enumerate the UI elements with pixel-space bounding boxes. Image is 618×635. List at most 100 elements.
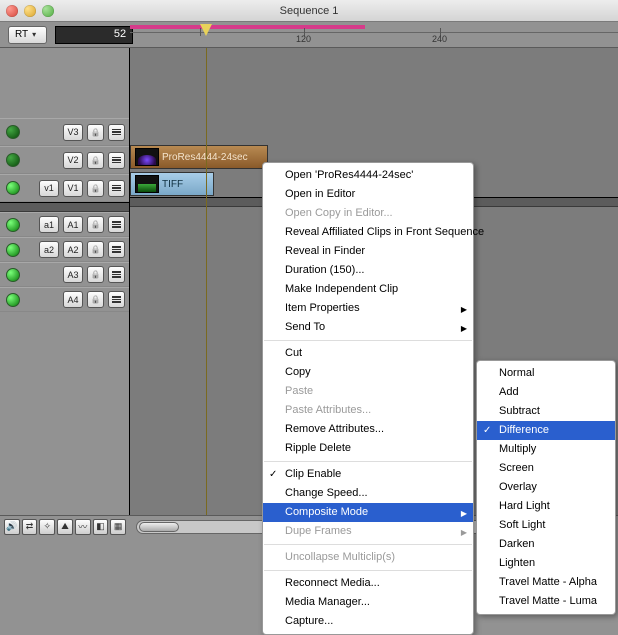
menu-item[interactable]: Change Speed...: [263, 484, 473, 503]
tool-speaker-icon[interactable]: 🔊: [4, 519, 20, 535]
timeline-ruler[interactable]: 120 240: [130, 22, 618, 47]
track-tag[interactable]: V1: [63, 180, 83, 197]
track-options-icon[interactable]: [108, 266, 125, 283]
menu-item[interactable]: Reveal Affiliated Clips in Front Sequenc…: [263, 223, 473, 242]
lock-icon[interactable]: [87, 152, 104, 169]
track-options-icon[interactable]: [108, 152, 125, 169]
tool-overlay-icon[interactable]: ▦: [110, 519, 126, 535]
menu-item: Paste Attributes...: [263, 401, 473, 420]
ruler-label: 240: [432, 34, 447, 44]
menu-item[interactable]: Media Manager...: [263, 593, 473, 612]
track-enable-led[interactable]: [6, 268, 20, 282]
tool-mountain-icon[interactable]: ⛰: [57, 519, 73, 535]
track-options-icon[interactable]: [108, 291, 125, 308]
submenu-item[interactable]: Darken: [477, 535, 615, 554]
track-enable-led[interactable]: [6, 293, 20, 307]
track-enable-led[interactable]: [6, 153, 20, 167]
menu-item[interactable]: Remove Attributes...: [263, 420, 473, 439]
lock-icon[interactable]: [87, 124, 104, 141]
submenu-item[interactable]: Lighten: [477, 554, 615, 573]
patch-tag[interactable]: a2: [39, 241, 59, 258]
audio-track-header[interactable]: a1A1: [0, 212, 129, 237]
clip-label: TIFF: [162, 179, 183, 190]
clip-tiff[interactable]: TIFF: [130, 172, 214, 196]
playhead-marker-icon[interactable]: [200, 24, 212, 36]
titlebar: Sequence 1: [0, 0, 618, 22]
lock-icon[interactable]: [87, 216, 104, 233]
scrollbar-thumb[interactable]: [139, 522, 179, 532]
playhead-line[interactable]: [206, 48, 207, 515]
track-tag[interactable]: A1: [63, 216, 83, 233]
track-tag[interactable]: A4: [63, 291, 83, 308]
audio-track-header[interactable]: A4: [0, 287, 129, 312]
menu-item[interactable]: Clip Enable: [263, 465, 473, 484]
submenu-item[interactable]: Travel Matte - Alpha: [477, 573, 615, 592]
track-tag[interactable]: V2: [63, 152, 83, 169]
window-title: Sequence 1: [0, 5, 618, 17]
tool-waveform-icon[interactable]: 〰: [75, 519, 91, 535]
composite-mode-submenu: NormalAddSubtractDifferenceMultiplyScree…: [476, 360, 616, 615]
video-track-header[interactable]: V2: [0, 146, 129, 174]
ruler-label: 120: [296, 34, 311, 44]
clip-context-menu: Open 'ProRes4444-24sec'Open in EditorOpe…: [262, 162, 474, 635]
clip-thumbnail-icon: [135, 148, 159, 166]
menu-item: Open Copy in Editor...: [263, 204, 473, 223]
track-enable-led[interactable]: [6, 125, 20, 139]
patch-tag[interactable]: v1: [39, 180, 59, 197]
menu-item[interactable]: Duration (150)...: [263, 261, 473, 280]
menu-item[interactable]: Reconnect Media...: [263, 574, 473, 593]
clip-prores[interactable]: ProRes4444-24sec: [130, 145, 268, 169]
audio-track-header[interactable]: a2A2: [0, 237, 129, 262]
menu-item[interactable]: Cut: [263, 344, 473, 363]
clip-thumbnail-icon: [135, 175, 159, 193]
video-track-header[interactable]: v1V1: [0, 174, 129, 202]
menu-item: Dupe Frames: [263, 522, 473, 541]
track-options-icon[interactable]: [108, 124, 125, 141]
menu-item[interactable]: Open in Editor: [263, 185, 473, 204]
patch-tag[interactable]: a1: [39, 216, 59, 233]
rt-dropdown[interactable]: RT: [8, 26, 47, 44]
video-track-header[interactable]: V3: [0, 118, 129, 146]
track-options-icon[interactable]: [108, 180, 125, 197]
submenu-item[interactable]: Normal: [477, 364, 615, 383]
submenu-item[interactable]: Multiply: [477, 440, 615, 459]
submenu-item[interactable]: Soft Light: [477, 516, 615, 535]
track-tag[interactable]: A3: [63, 266, 83, 283]
tool-snap-icon[interactable]: ✧: [39, 519, 55, 535]
menu-item[interactable]: Composite Mode: [263, 503, 473, 522]
menu-item[interactable]: Capture...: [263, 612, 473, 631]
tool-link-icon[interactable]: ⇄: [22, 519, 38, 535]
timecode-field[interactable]: 52: [55, 26, 133, 44]
lock-icon[interactable]: [87, 241, 104, 258]
tool-keyframe-icon[interactable]: ◧: [93, 519, 109, 535]
track-enable-led[interactable]: [6, 243, 20, 257]
submenu-item[interactable]: Add: [477, 383, 615, 402]
submenu-item[interactable]: Difference: [477, 421, 615, 440]
audio-track-header[interactable]: A3: [0, 262, 129, 287]
menu-item[interactable]: Item Properties: [263, 299, 473, 318]
track-enable-led[interactable]: [6, 181, 20, 195]
track-tag[interactable]: V3: [63, 124, 83, 141]
lock-icon[interactable]: [87, 291, 104, 308]
menu-item: Paste: [263, 382, 473, 401]
track-options-icon[interactable]: [108, 216, 125, 233]
menu-item: Uncollapse Multiclip(s): [263, 548, 473, 567]
submenu-item[interactable]: Subtract: [477, 402, 615, 421]
submenu-item[interactable]: Travel Matte - Luma: [477, 592, 615, 611]
track-options-icon[interactable]: [108, 241, 125, 258]
clip-label: ProRes4444-24sec: [162, 152, 248, 163]
menu-item[interactable]: Reveal in Finder: [263, 242, 473, 261]
track-tag[interactable]: A2: [63, 241, 83, 258]
lock-icon[interactable]: [87, 266, 104, 283]
menu-item[interactable]: Open 'ProRes4444-24sec': [263, 166, 473, 185]
video-audio-divider[interactable]: [0, 202, 129, 212]
submenu-item[interactable]: Overlay: [477, 478, 615, 497]
menu-item[interactable]: Ripple Delete: [263, 439, 473, 458]
menu-item[interactable]: Send To: [263, 318, 473, 337]
menu-item[interactable]: Copy: [263, 363, 473, 382]
menu-item[interactable]: Make Independent Clip: [263, 280, 473, 299]
submenu-item[interactable]: Screen: [477, 459, 615, 478]
submenu-item[interactable]: Hard Light: [477, 497, 615, 516]
track-enable-led[interactable]: [6, 218, 20, 232]
lock-icon[interactable]: [87, 180, 104, 197]
